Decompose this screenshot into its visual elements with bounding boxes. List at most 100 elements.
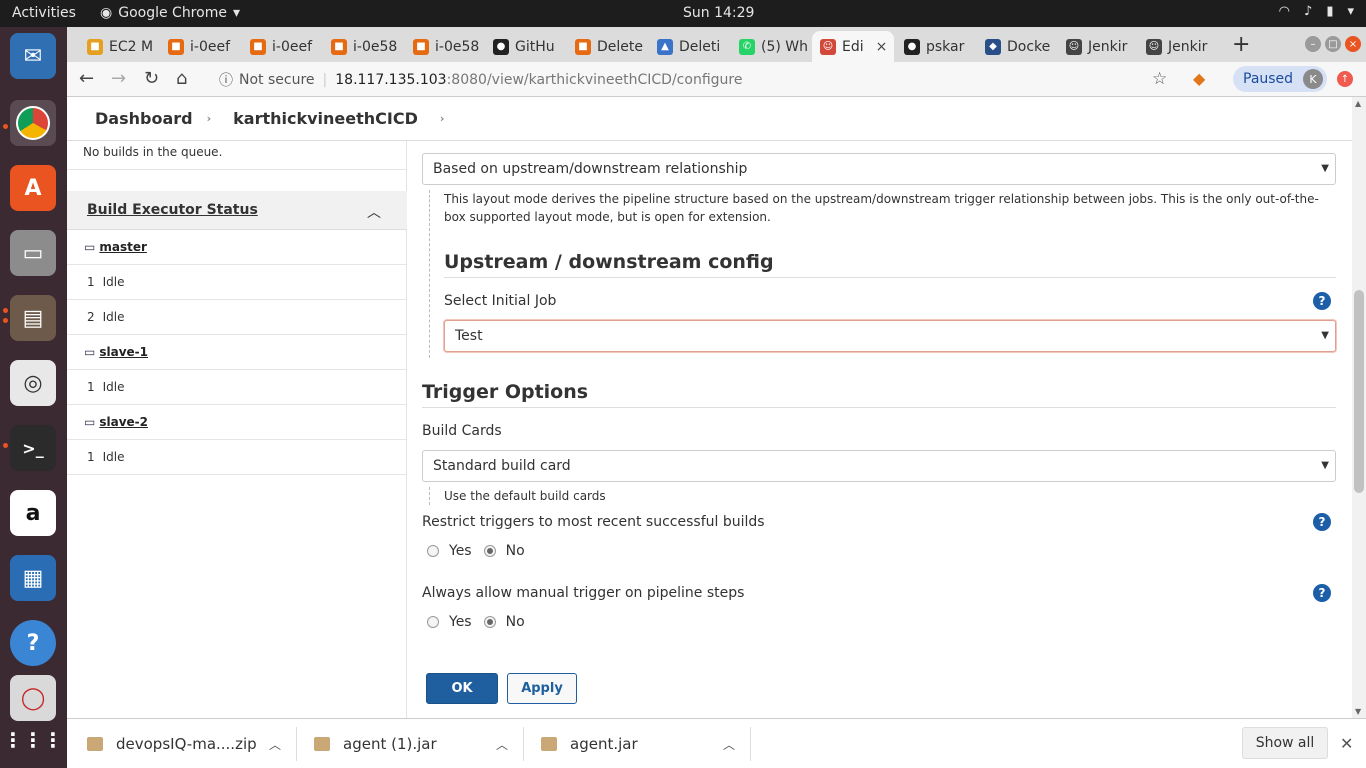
rhythmbox-icon[interactable]: ◎ <box>10 360 56 406</box>
software-center-icon[interactable]: A <box>10 165 56 211</box>
info-icon[interactable]: ⓘ <box>219 70 233 90</box>
layout-select[interactable]: Based on upstream/downstream relationshi… <box>422 153 1336 185</box>
tab[interactable]: ☺ Jenkir <box>1138 31 1216 62</box>
profile-paused-button[interactable]: Paused K <box>1233 66 1327 92</box>
chevron-right-icon[interactable]: › <box>207 112 212 125</box>
chevron-right-icon[interactable]: › <box>440 112 445 125</box>
tab[interactable]: ■ i-0e58 <box>323 31 401 62</box>
node-link-slave-2[interactable]: slave-2 <box>99 415 148 429</box>
help-icon[interactable]: ? <box>10 620 56 666</box>
tab-label: EC2 M <box>109 38 154 55</box>
tab[interactable]: ■ i-0eef <box>242 31 320 62</box>
url-path: :8080/view/karthickvineethCICD/configure <box>446 71 743 88</box>
tab[interactable]: ■ EC2 M <box>79 31 157 62</box>
writer-icon[interactable]: ▦ <box>10 555 56 601</box>
download-item[interactable]: agent (1).jar ︿ <box>314 727 514 761</box>
download-item[interactable]: agent.jar ︿ <box>541 727 741 761</box>
clock[interactable]: Sun 14:29 <box>683 5 754 21</box>
remote-desktop-icon[interactable]: ◯ <box>10 675 56 721</box>
running-indicator <box>3 124 8 129</box>
home-button[interactable]: ⌂ <box>176 68 187 89</box>
build-cards-description: Use the default build cards <box>429 487 1329 505</box>
minimize-button[interactable]: – <box>1305 36 1321 52</box>
tab[interactable]: ● pskar <box>896 31 974 62</box>
help-icon[interactable]: ? <box>1313 292 1331 310</box>
radio-label-yes: Yes <box>449 543 472 559</box>
amazon-icon[interactable]: a <box>10 490 56 536</box>
download-filename: devopsIQ-ma....zip <box>116 735 257 753</box>
tab[interactable]: ✆ (5) Wh <box>731 31 809 62</box>
jenkins-icon: ☺ <box>1066 38 1082 55</box>
build-cards-select[interactable]: Standard build card ▼ <box>422 450 1336 482</box>
tab[interactable]: ■ Delete <box>567 31 645 62</box>
thunderbird-icon[interactable]: ✉ <box>10 33 56 79</box>
maximize-button[interactable]: □ <box>1325 36 1341 52</box>
bookmark-star-icon[interactable]: ☆ <box>1152 69 1167 89</box>
show-all-button[interactable]: Show all <box>1242 727 1328 759</box>
back-button[interactable]: ← <box>79 68 94 89</box>
executor-status-title[interactable]: Build Executor Status <box>87 202 258 218</box>
address-bar[interactable]: ⓘ Not secure | 18.117.135.103 :8080/view… <box>209 65 1219 94</box>
system-tray[interactable]: ◠ ♪ ▮ ▾ <box>1279 4 1354 19</box>
scroll-up-arrow-icon[interactable]: ▲ <box>1355 99 1361 108</box>
node-row: ▭ slave-1 <box>67 335 407 370</box>
queue-status: No builds in the queue. <box>83 145 223 159</box>
running-indicator <box>3 308 8 313</box>
node-link-master[interactable]: master <box>99 240 147 254</box>
aws-s3-icon: ▲ <box>657 38 673 55</box>
manual-no-radio[interactable] <box>483 616 496 628</box>
tab[interactable]: ● GitHu <box>485 31 563 62</box>
breadcrumb-view[interactable]: karthickvineethCICD <box>233 109 418 128</box>
node-link-slave-1[interactable]: slave-1 <box>99 345 148 359</box>
paused-label: Paused <box>1243 71 1294 87</box>
scroll-thumb[interactable] <box>1354 290 1364 493</box>
chevron-up-icon[interactable]: ︿ <box>269 736 281 753</box>
scroll-down-arrow-icon[interactable]: ▼ <box>1355 707 1361 716</box>
tab[interactable]: ▲ Deleti <box>649 31 727 62</box>
tab-active[interactable]: ☺ Edi × <box>812 31 894 62</box>
terminal-icon[interactable]: >_ <box>10 425 56 471</box>
chrome-icon[interactable] <box>10 100 56 146</box>
download-item[interactable]: devopsIQ-ma....zip ︿ <box>87 727 287 761</box>
tab[interactable]: ◆ Docke <box>977 31 1055 62</box>
files-icon[interactable]: ▤ <box>10 295 56 341</box>
close-window-button[interactable]: × <box>1345 36 1361 52</box>
update-icon[interactable]: ↑ <box>1337 71 1353 87</box>
radio-label-yes: Yes <box>449 614 472 630</box>
tab[interactable]: ■ i-0eef <box>160 31 238 62</box>
collapse-chevron-up-icon[interactable]: ︿ <box>367 202 381 222</box>
app-menu[interactable]: ◉ Google Chrome ▾ <box>100 5 240 21</box>
tab[interactable]: ☺ Jenkir <box>1058 31 1136 62</box>
restrict-no-radio[interactable] <box>483 545 496 557</box>
new-tab-button[interactable]: + <box>1232 32 1250 57</box>
reload-button[interactable]: ↻ <box>144 68 159 89</box>
manual-yes-radio[interactable] <box>427 616 439 628</box>
executor-number: 2 <box>87 310 95 324</box>
tab[interactable]: ■ i-0e58 <box>405 31 483 62</box>
chevron-up-icon[interactable]: ︿ <box>496 736 508 753</box>
apply-button[interactable]: Apply <box>507 673 577 704</box>
node-row: ▭ slave-2 <box>67 405 407 440</box>
restrict-yes-radio[interactable] <box>427 545 439 557</box>
executor-number: 1 <box>87 275 95 289</box>
breadcrumb-dashboard[interactable]: Dashboard <box>95 109 193 128</box>
executor-state: Idle <box>102 275 125 289</box>
chevron-up-icon[interactable]: ︿ <box>723 736 735 753</box>
executor-number: 1 <box>87 380 95 394</box>
help-icon[interactable]: ? <box>1313 513 1331 531</box>
metamask-fox-icon[interactable]: ◆ <box>1193 69 1205 88</box>
tab-close-icon[interactable]: × <box>876 39 888 55</box>
activities-button[interactable]: Activities <box>12 5 76 21</box>
help-icon[interactable]: ? <box>1313 584 1331 602</box>
forward-button[interactable]: → <box>111 68 126 89</box>
close-icon[interactable]: ✕ <box>1340 734 1353 753</box>
aws-cube-icon: ■ <box>413 38 429 55</box>
divider <box>523 727 524 761</box>
restrict-triggers-radios: Yes No <box>427 543 525 559</box>
executor-state: Idle <box>102 380 125 394</box>
initial-job-select[interactable]: Test ▼ <box>444 320 1336 352</box>
show-apps-icon[interactable]: ⋮⋮⋮ <box>3 717 63 763</box>
ok-button[interactable]: OK <box>426 673 498 704</box>
page-scrollbar[interactable]: ▲ ▼ <box>1352 97 1366 718</box>
scanner-icon[interactable]: ▭ <box>10 230 56 276</box>
